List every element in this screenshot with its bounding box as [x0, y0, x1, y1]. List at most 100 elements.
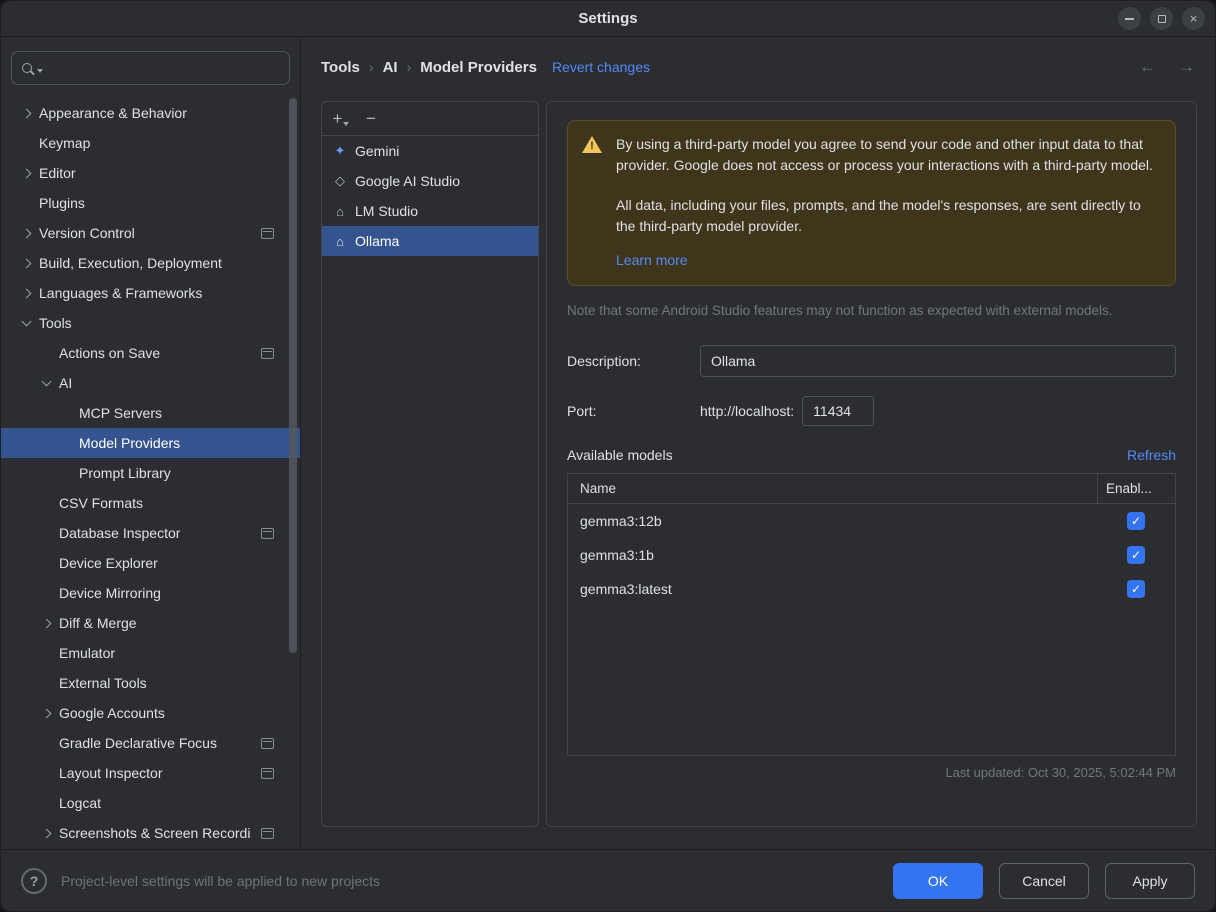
description-row: Description:: [567, 345, 1176, 377]
minimize-button[interactable]: [1118, 7, 1141, 30]
sidebar-item-appearance-behavior[interactable]: Appearance & Behavior: [1, 98, 300, 128]
google-ai-studio-icon: ◇: [330, 173, 350, 189]
add-provider-button[interactable]: +: [326, 106, 356, 132]
last-updated-text: Last updated: Oct 30, 2025, 5:02:44 PM: [567, 765, 1176, 780]
sidebar-item-label: Actions on Save: [59, 345, 160, 361]
sidebar-item-prompt-library[interactable]: Prompt Library: [1, 458, 300, 488]
chevron-right-icon[interactable]: [41, 618, 51, 628]
chevron-down-icon[interactable]: [21, 317, 31, 327]
sidebar-item-label: MCP Servers: [79, 405, 162, 421]
revert-changes-link[interactable]: Revert changes: [552, 59, 650, 75]
help-icon[interactable]: ?: [21, 868, 47, 894]
window-controls: ×: [1118, 7, 1205, 30]
search-box[interactable]: [11, 51, 290, 85]
provider-item-label: Gemini: [355, 143, 399, 159]
maximize-icon: [1158, 15, 1166, 23]
warning-paragraph-1: By using a third-party model you agree t…: [616, 134, 1159, 175]
sidebar-item-label: Appearance & Behavior: [39, 105, 187, 121]
model-name: gemma3:1b: [568, 547, 1097, 563]
description-input[interactable]: [700, 345, 1176, 377]
sidebar-item-label: Database Inspector: [59, 525, 180, 541]
sidebar-item-plugins[interactable]: Plugins: [1, 188, 300, 218]
close-button[interactable]: ×: [1182, 7, 1205, 30]
sidebar-item-emulator[interactable]: Emulator: [1, 638, 300, 668]
sidebar-item-actions-on-save[interactable]: Actions on Save: [1, 338, 300, 368]
model-enabled-checkbox[interactable]: ✓: [1127, 512, 1145, 530]
warning-banner: ! By using a third-party model you agree…: [567, 120, 1176, 286]
chevron-right-icon[interactable]: [21, 258, 31, 268]
sidebar-item-device-explorer[interactable]: Device Explorer: [1, 548, 300, 578]
column-header-name[interactable]: Name: [568, 474, 1097, 503]
chevron-right-icon[interactable]: [41, 828, 51, 838]
sidebar-item-label: Tools: [39, 315, 72, 331]
port-prefix: http://localhost:: [700, 403, 794, 419]
sidebar-item-csv-formats[interactable]: CSV Formats: [1, 488, 300, 518]
sidebar-item-model-providers[interactable]: Model Providers: [1, 428, 300, 458]
sidebar-item-label: Device Mirroring: [59, 585, 161, 601]
search-input[interactable]: [48, 60, 279, 76]
model-row-gemma3-latest: gemma3:latest✓: [568, 572, 1175, 606]
back-arrow-icon[interactable]: ←: [1139, 57, 1156, 77]
sidebar-item-layout-inspector[interactable]: Layout Inspector: [1, 758, 300, 788]
provider-list-panel: + − ✦Gemini◇Google AI Studio⌂LM Studio⌂O…: [321, 101, 539, 827]
project-level-icon: [261, 228, 274, 239]
footer-hint: Project-level settings will be applied t…: [61, 873, 380, 889]
minus-icon: −: [366, 109, 376, 129]
sidebar-item-label: Model Providers: [79, 435, 180, 451]
provider-item-gemini[interactable]: ✦Gemini: [322, 136, 538, 166]
sidebar-item-external-tools[interactable]: External Tools: [1, 668, 300, 698]
sidebar-item-label: Google Accounts: [59, 705, 165, 721]
port-input[interactable]: [802, 396, 874, 426]
chevron-right-icon[interactable]: [41, 708, 51, 718]
column-header-enabled[interactable]: Enabl...: [1097, 474, 1175, 503]
search-history-caret-icon[interactable]: [37, 69, 43, 73]
provider-item-lm-studio[interactable]: ⌂LM Studio: [322, 196, 538, 226]
sidebar-item-logcat[interactable]: Logcat: [1, 788, 300, 818]
model-enabled-checkbox[interactable]: ✓: [1127, 546, 1145, 564]
breadcrumb-model-providers: Model Providers: [420, 59, 537, 76]
provider-item-google-ai-studio[interactable]: ◇Google AI Studio: [322, 166, 538, 196]
sidebar-item-label: Gradle Declarative Focus: [59, 735, 217, 751]
sidebar-item-tools[interactable]: Tools: [1, 308, 300, 338]
sidebar-item-build-execution-deployment[interactable]: Build, Execution, Deployment: [1, 248, 300, 278]
sidebar-item-device-mirroring[interactable]: Device Mirroring: [1, 578, 300, 608]
apply-button[interactable]: Apply: [1105, 863, 1195, 899]
project-level-icon: [261, 348, 274, 359]
sidebar-item-label: Prompt Library: [79, 465, 171, 481]
refresh-link[interactable]: Refresh: [1127, 447, 1176, 463]
sidebar-item-mcp-servers[interactable]: MCP Servers: [1, 398, 300, 428]
remove-provider-button[interactable]: −: [356, 106, 386, 132]
chevron-right-icon[interactable]: [21, 288, 31, 298]
cancel-button[interactable]: Cancel: [999, 863, 1089, 899]
sidebar-item-version-control[interactable]: Version Control: [1, 218, 300, 248]
sidebar-item-editor[interactable]: Editor: [1, 158, 300, 188]
breadcrumb-tools[interactable]: Tools: [321, 59, 360, 76]
chevron-right-icon[interactable]: [21, 228, 31, 238]
chevron-right-icon[interactable]: [21, 108, 31, 118]
maximize-button[interactable]: [1150, 7, 1173, 30]
port-row: Port: http://localhost:: [567, 396, 1176, 426]
ok-button[interactable]: OK: [893, 863, 983, 899]
available-models-header: Available models Refresh: [567, 447, 1176, 463]
sidebar-item-languages-frameworks[interactable]: Languages & Frameworks: [1, 278, 300, 308]
chevron-down-icon[interactable]: [41, 377, 51, 387]
sidebar-item-label: Plugins: [39, 195, 85, 211]
learn-more-link[interactable]: Learn more: [616, 250, 688, 271]
model-enabled-checkbox[interactable]: ✓: [1127, 580, 1145, 598]
forward-arrow-icon[interactable]: →: [1178, 57, 1195, 77]
sidebar-item-gradle-declarative-focus[interactable]: Gradle Declarative Focus: [1, 728, 300, 758]
project-level-icon: [261, 768, 274, 779]
provider-item-ollama[interactable]: ⌂Ollama: [322, 226, 538, 256]
sidebar-item-google-accounts[interactable]: Google Accounts: [1, 698, 300, 728]
breadcrumb-ai[interactable]: AI: [383, 59, 398, 76]
sidebar-item-label: Emulator: [59, 645, 115, 661]
warning-paragraph-2: All data, including your files, prompts,…: [616, 195, 1159, 236]
sidebar-item-keymap[interactable]: Keymap: [1, 128, 300, 158]
sidebar-scrollbar[interactable]: [289, 98, 297, 653]
sidebar-item-diff-merge[interactable]: Diff & Merge: [1, 608, 300, 638]
titlebar: Settings ×: [1, 1, 1215, 37]
sidebar-item-database-inspector[interactable]: Database Inspector: [1, 518, 300, 548]
chevron-right-icon[interactable]: [21, 168, 31, 178]
sidebar-item-screenshots-screen-recordi[interactable]: Screenshots & Screen Recordi: [1, 818, 300, 848]
sidebar-item-ai[interactable]: AI: [1, 368, 300, 398]
